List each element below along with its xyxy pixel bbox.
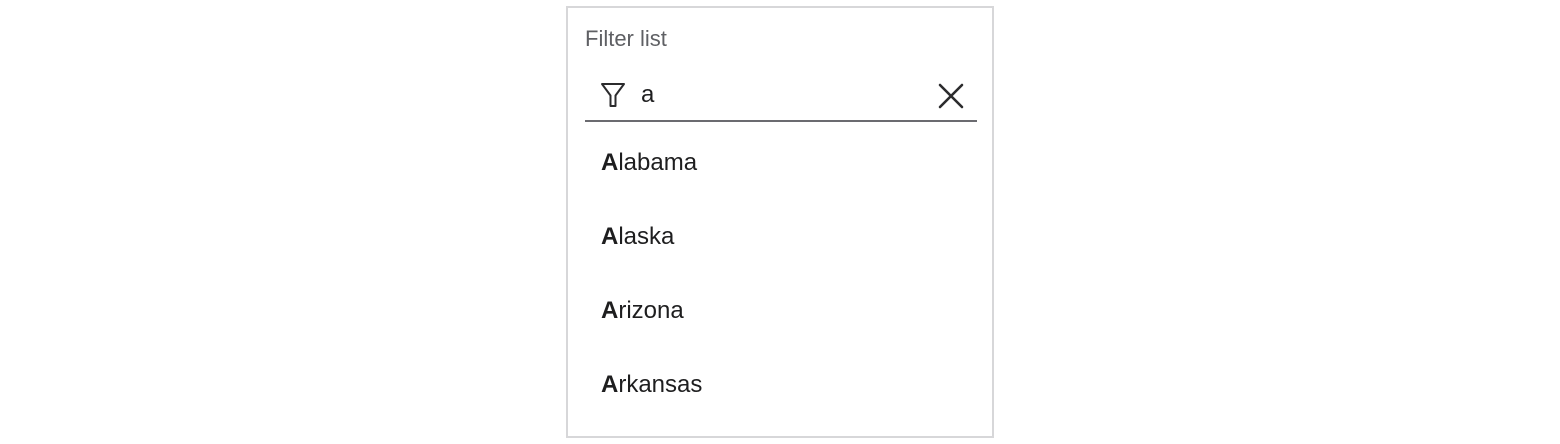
option-text: rkansas [618, 371, 703, 398]
list-item-alabama[interactable]: Alabama [568, 126, 992, 200]
match-highlight: A [601, 297, 619, 324]
filter-list-label: Filter list [585, 26, 667, 51]
match-highlight: A [601, 149, 619, 176]
list-item-arkansas[interactable]: Arkansas [568, 348, 992, 422]
option-text: laska [618, 223, 675, 250]
match-highlight: A [601, 223, 619, 250]
filtered-results-list: Alabama Alaska Arizona Arkansas [568, 126, 992, 422]
filter-input[interactable] [641, 78, 921, 112]
clear-filter-button[interactable] [935, 80, 967, 112]
list-item-arizona[interactable]: Arizona [568, 274, 992, 348]
filter-list-panel: Filter list Alabama Alaska Arizona Arkan… [566, 6, 994, 438]
list-item-alaska[interactable]: Alaska [568, 200, 992, 274]
close-icon [935, 83, 967, 115]
option-text: labama [618, 149, 698, 176]
filter-field[interactable] [585, 70, 977, 122]
match-highlight: A [601, 371, 619, 398]
filter-icon [599, 80, 627, 110]
option-text: rizona [618, 297, 684, 324]
